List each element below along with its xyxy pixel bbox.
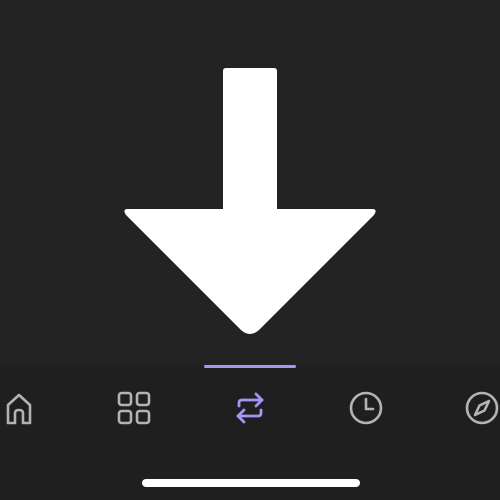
tab-transfer[interactable] — [227, 385, 273, 431]
compass-icon — [465, 391, 499, 425]
hero-area — [0, 0, 500, 365]
home-icon — [6, 393, 32, 425]
app-screen — [0, 0, 500, 500]
active-tab-indicator — [204, 365, 296, 368]
bottom-tab-bar — [0, 365, 500, 500]
transfer-arrows-icon — [236, 392, 264, 424]
download-arrow-icon — [124, 68, 376, 334]
tab-grid[interactable] — [111, 385, 157, 431]
grid-icon — [117, 391, 151, 425]
tab-explore[interactable] — [459, 385, 500, 431]
clock-icon — [349, 391, 383, 425]
home-indicator-bar[interactable] — [142, 479, 360, 487]
tab-home[interactable] — [0, 385, 42, 431]
tab-history[interactable] — [343, 385, 389, 431]
